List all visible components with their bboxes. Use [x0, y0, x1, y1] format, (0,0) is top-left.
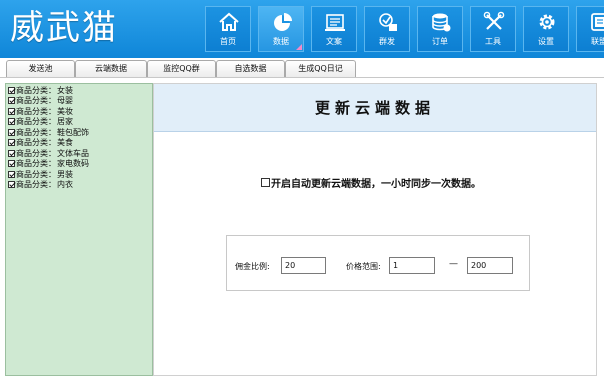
nav-item-orders[interactable]: 订单 — [417, 6, 463, 52]
panel-title-band: 更新云端数据 — [154, 84, 596, 132]
category-label: 家电数码 — [57, 159, 89, 169]
active-corner-marker — [296, 44, 302, 50]
category-item[interactable]: 商品分类： 鞋包配饰 — [8, 127, 150, 138]
main-nav: 首页 数据 文案 群发 订单 工具 设置 联盟 — [205, 6, 604, 52]
commission-input[interactable] — [281, 257, 326, 274]
category-label: 男装 — [57, 169, 73, 179]
category-item[interactable]: 商品分类： 内衣 — [8, 180, 150, 191]
category-label: 美食 — [57, 138, 73, 148]
category-sidebar: 商品分类： 女装 商品分类： 母婴 商品分类： 美妆 商品分类： 居家 商品分类： 鞋包配… — [5, 83, 153, 376]
category-item[interactable]: 商品分类： 母婴 — [8, 96, 150, 107]
document-icon — [325, 14, 345, 31]
nav-item-label: 首页 — [220, 37, 236, 46]
page-title: 更新云端数据 — [314, 99, 435, 117]
price-range-label: 价格范围: — [346, 262, 381, 271]
database-icon — [432, 13, 451, 32]
category-checkbox[interactable] — [8, 149, 15, 157]
category-checkbox[interactable] — [8, 86, 15, 94]
category-checkbox[interactable] — [8, 181, 15, 189]
category-checkbox[interactable] — [8, 170, 15, 178]
category-prefix: 商品分类： — [16, 85, 56, 95]
category-item[interactable]: 商品分类： 文体车品 — [8, 148, 150, 159]
nav-item-broadcast[interactable]: 群发 — [364, 6, 410, 52]
price-max-input[interactable] — [467, 257, 513, 274]
category-label: 女装 — [57, 85, 73, 95]
category-checkbox[interactable] — [8, 128, 15, 136]
category-checkbox[interactable] — [8, 139, 15, 147]
category-item[interactable]: 商品分类： 美食 — [8, 138, 150, 149]
auto-update-checkbox[interactable] — [261, 178, 270, 187]
tools-icon — [483, 11, 505, 30]
nav-item-label: 订单 — [432, 37, 448, 46]
tab-send-pool[interactable]: 发送池 — [6, 60, 75, 77]
category-item[interactable]: 商品分类： 家电数码 — [8, 159, 150, 170]
category-item[interactable]: 商品分类： 居家 — [8, 117, 150, 128]
nav-item-tools[interactable]: 工具 — [470, 6, 516, 52]
price-range-dash: — — [449, 259, 458, 269]
broadcast-icon — [379, 13, 397, 31]
app-logo: 威武猫 — [10, 8, 118, 48]
category-label: 文体车品 — [57, 148, 89, 158]
tab-generate-qq-diary[interactable]: 生成QQ日记 — [285, 60, 356, 77]
alliance-icon — [591, 13, 604, 31]
category-checkbox[interactable] — [8, 97, 15, 105]
cloud-data-panel: 更新云端数据 开启自动更新云端数据，一小时同步一次数据。 佣金比例: 价格范围:… — [153, 83, 597, 376]
category-prefix: 商品分类： — [16, 117, 56, 127]
nav-item-label: 设置 — [538, 37, 554, 46]
category-label: 内衣 — [57, 180, 73, 190]
category-checkbox[interactable] — [8, 160, 15, 168]
auto-update-option[interactable]: 开启自动更新云端数据，一小时同步一次数据。 — [261, 175, 481, 190]
category-label: 鞋包配饰 — [57, 127, 89, 137]
nav-item-copywriting[interactable]: 文案 — [311, 6, 357, 52]
home-icon — [219, 12, 239, 31]
category-prefix: 商品分类： — [16, 138, 56, 148]
price-min-input[interactable] — [389, 257, 435, 274]
category-prefix: 商品分类： — [16, 180, 56, 190]
tab-monitor-qq-group[interactable]: 监控QQ群 — [147, 60, 216, 77]
auto-update-label: 开启自动更新云端数据，一小时同步一次数据。 — [271, 179, 481, 190]
nav-item-home[interactable]: 首页 — [205, 6, 251, 52]
nav-item-alliance[interactable]: 联盟 — [576, 6, 604, 52]
app-header: 威武猫 首页 数据 文案 群发 订单 工具 设置 联盟 — [0, 0, 604, 58]
category-prefix: 商品分类： — [16, 127, 56, 137]
category-prefix: 商品分类： — [16, 169, 56, 179]
category-checkbox[interactable] — [8, 107, 15, 115]
category-label: 美妆 — [57, 106, 73, 116]
nav-item-label: 群发 — [379, 37, 395, 46]
pie-chart-icon — [274, 13, 292, 31]
gear-icon — [539, 14, 555, 30]
category-prefix: 商品分类： — [16, 96, 56, 106]
category-checkbox[interactable] — [8, 118, 15, 126]
sub-tab-bar: 发送池 云端数据 监控QQ群 自选数据 生成QQ日记 — [0, 58, 604, 78]
category-prefix: 商品分类： — [16, 148, 56, 158]
category-prefix: 商品分类： — [16, 159, 56, 169]
nav-item-settings[interactable]: 设置 — [523, 6, 569, 52]
nav-item-label: 工具 — [485, 37, 501, 46]
nav-item-label: 文案 — [326, 37, 342, 46]
nav-item-data[interactable]: 数据 — [258, 6, 304, 52]
tab-custom-data[interactable]: 自选数据 — [216, 60, 285, 77]
category-prefix: 商品分类： — [16, 106, 56, 116]
commission-label: 佣金比例: — [235, 262, 270, 271]
category-item[interactable]: 商品分类： 男装 — [8, 169, 150, 180]
category-label: 母婴 — [57, 96, 73, 106]
filter-settings-box: 佣金比例: 价格范围: — — [226, 235, 530, 291]
category-item[interactable]: 商品分类： 美妆 — [8, 106, 150, 117]
nav-item-label: 联盟 — [591, 37, 604, 46]
category-label: 居家 — [57, 117, 73, 127]
tab-cloud-data[interactable]: 云端数据 — [75, 60, 147, 77]
category-item[interactable]: 商品分类： 女装 — [8, 85, 150, 96]
